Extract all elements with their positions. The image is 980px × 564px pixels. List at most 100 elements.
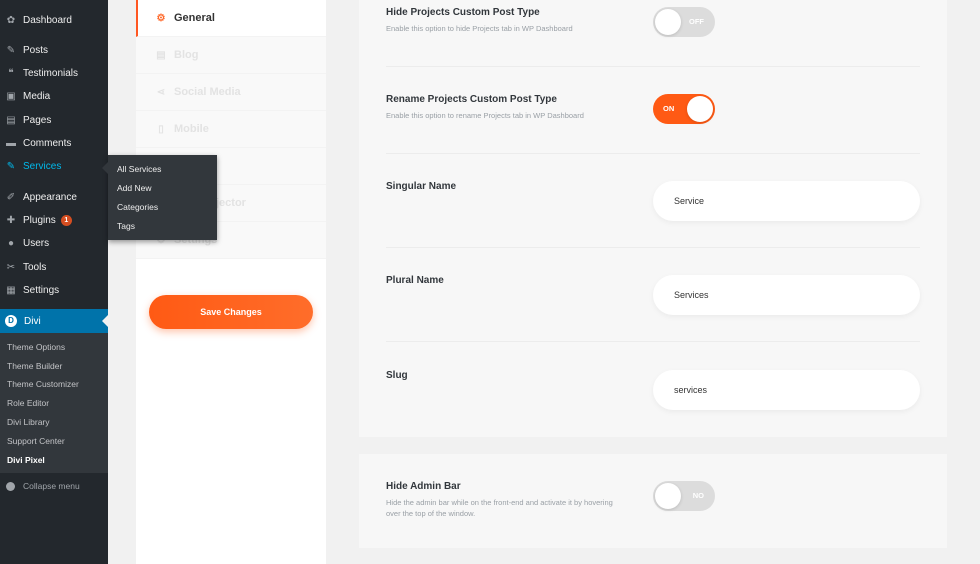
toggle-state-label: NO xyxy=(692,491,704,500)
menu-item-tools[interactable]: ✂ Tools xyxy=(0,256,108,278)
submenu-role-editor[interactable]: Role Editor xyxy=(7,398,49,408)
toggle-knob xyxy=(687,96,713,122)
flyout-categories[interactable]: Categories xyxy=(117,202,158,212)
menu-item-label: Testimonials xyxy=(23,67,79,79)
wrench-icon: ✂ xyxy=(6,261,16,273)
settings-tab-nav: ⚙ General ▤ Blog ⋖ Social Media ▯ Mobile… xyxy=(136,0,326,564)
admin-bar-panel: Hide Admin Bar Hide the admin bar while … xyxy=(359,454,947,548)
hide-admin-bar-toggle[interactable]: NO xyxy=(653,481,715,511)
tab-blog[interactable]: ▤ Blog xyxy=(136,37,326,74)
menu-item-label: Dashboard xyxy=(23,14,72,26)
tab-label: Blog xyxy=(174,49,199,61)
divider xyxy=(386,247,920,248)
option-title: Singular Name xyxy=(386,181,457,192)
menu-item-label: Services xyxy=(23,160,62,172)
save-changes-button[interactable]: Save Changes xyxy=(149,295,313,329)
pages-icon: ▤ xyxy=(6,114,16,126)
menu-item-label: Appearance xyxy=(23,191,77,203)
menu-item-services[interactable]: ✎ Services xyxy=(0,155,108,177)
flyout-arrow xyxy=(102,162,108,174)
divi-submenu: Theme Options Theme Builder Theme Custom… xyxy=(0,333,108,473)
slug-input[interactable] xyxy=(653,370,920,410)
menu-item-pages[interactable]: ▤ Pages xyxy=(0,109,108,131)
plugin-icon: ✚ xyxy=(6,214,16,226)
menu-item-dashboard[interactable]: ✿ Dashboard xyxy=(0,9,108,31)
share-icon: ⋖ xyxy=(156,86,166,98)
option-title: Rename Projects Custom Post Type xyxy=(386,94,557,105)
tab-social-media[interactable]: ⋖ Social Media xyxy=(136,74,326,111)
tab-label: Mobile xyxy=(174,123,209,135)
divider xyxy=(386,66,920,67)
menu-item-comments[interactable]: ▬ Comments xyxy=(0,132,108,154)
plural-name-input[interactable] xyxy=(653,275,920,315)
divider xyxy=(386,153,920,154)
option-title: Slug xyxy=(386,370,408,381)
divi-logo-icon: D xyxy=(5,315,17,327)
toggle-knob xyxy=(655,483,681,509)
submenu-divi-pixel[interactable]: Divi Pixel xyxy=(7,455,45,465)
menu-item-label: Comments xyxy=(23,137,72,149)
option-title: Hide Admin Bar xyxy=(386,481,461,492)
menu-item-posts[interactable]: ✎ Posts xyxy=(0,39,108,61)
mobile-icon: ▯ xyxy=(158,123,164,135)
update-count-badge: 1 xyxy=(60,214,72,226)
option-description: Enable this option to rename Projects ta… xyxy=(386,111,584,120)
submenu-support-center[interactable]: Support Center xyxy=(7,436,65,446)
submenu-theme-customizer[interactable]: Theme Customizer xyxy=(7,379,79,389)
wp-admin-sidebar: ✿ Dashboard ✎ Posts ❝ Testimonials ▣ Med… xyxy=(0,0,108,564)
flyout-all-services[interactable]: All Services xyxy=(117,164,161,174)
pin-icon: ✎ xyxy=(6,160,16,172)
collapse-menu-label: Collapse menu xyxy=(23,481,80,491)
toggle-knob xyxy=(655,9,681,35)
submenu-theme-options[interactable]: Theme Options xyxy=(7,342,65,352)
menu-item-appearance[interactable]: ✐ Appearance xyxy=(0,186,108,208)
comment-icon: ▬ xyxy=(6,137,16,149)
singular-name-input[interactable] xyxy=(653,181,920,221)
tab-mobile[interactable]: ▯ Mobile xyxy=(136,111,326,148)
option-title: Plural Name xyxy=(386,275,444,286)
media-icon: ▣ xyxy=(6,90,16,102)
menu-item-media[interactable]: ▣ Media xyxy=(0,85,108,107)
settings-icon: ▦ xyxy=(6,284,16,296)
services-flyout-menu: All Services Add New Categories Tags xyxy=(108,155,217,240)
submenu-theme-builder[interactable]: Theme Builder xyxy=(7,361,62,371)
menu-item-label: Pages xyxy=(23,114,52,126)
collapse-icon xyxy=(6,481,15,491)
menu-item-divi[interactable]: D Divi xyxy=(0,309,108,333)
menu-item-label: Media xyxy=(23,90,51,102)
menu-item-label: Tools xyxy=(23,261,47,273)
tab-general[interactable]: ⚙ General xyxy=(136,0,326,37)
submenu-divi-library[interactable]: Divi Library xyxy=(7,417,50,427)
gear-icon: ⚙ xyxy=(156,12,166,24)
menu-item-plugins[interactable]: ✚ Plugins 1 xyxy=(0,209,108,231)
user-icon: ● xyxy=(7,237,15,249)
quote-icon: ❝ xyxy=(8,67,14,79)
tab-label: Social Media xyxy=(174,86,241,98)
menu-item-label: Posts xyxy=(23,44,49,56)
option-description: Hide the admin bar while on the front-en… xyxy=(386,498,613,518)
brush-icon: ✐ xyxy=(6,191,16,203)
current-menu-arrow xyxy=(102,315,108,327)
menu-item-label: Settings xyxy=(23,284,60,296)
toggle-state-label: OFF xyxy=(689,17,704,26)
hide-projects-toggle[interactable]: OFF xyxy=(653,7,715,37)
flyout-add-new[interactable]: Add New xyxy=(117,183,152,193)
tab-label: General xyxy=(174,12,215,24)
toggle-state-label: ON xyxy=(663,104,675,113)
flyout-tags[interactable]: Tags xyxy=(117,221,135,231)
divider xyxy=(386,341,920,342)
custom-post-type-panel: Hide Projects Custom Post Type Enable th… xyxy=(359,0,947,437)
collapse-menu-button[interactable]: Collapse menu xyxy=(0,478,80,494)
menu-item-label: Plugins xyxy=(23,214,56,226)
menu-item-users[interactable]: ● Users xyxy=(0,232,108,254)
tab-label: jector xyxy=(216,197,246,209)
blog-icon: ▤ xyxy=(156,49,166,61)
option-title: Hide Projects Custom Post Type xyxy=(386,7,540,18)
rename-projects-toggle[interactable]: ON xyxy=(653,94,715,124)
menu-item-label: Users xyxy=(23,237,50,249)
option-description: Enable this option to hide Projects tab … xyxy=(386,24,573,33)
menu-item-settings[interactable]: ▦ Settings xyxy=(0,279,108,301)
menu-item-testimonials[interactable]: ❝ Testimonials xyxy=(0,62,108,84)
menu-item-label: Divi xyxy=(24,315,41,327)
pin-icon: ✎ xyxy=(6,44,16,56)
